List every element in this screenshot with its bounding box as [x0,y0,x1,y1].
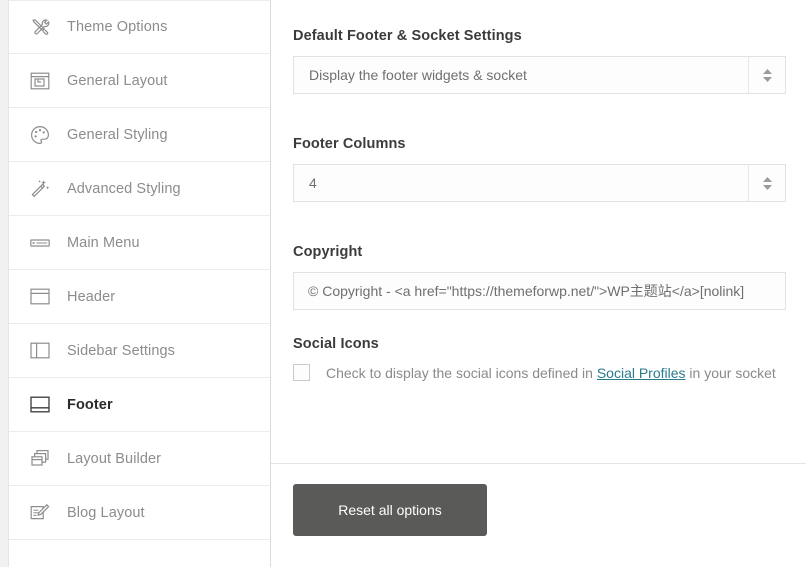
social-icons-check-row: Check to display the social icons define… [293,364,786,381]
social-profiles-link[interactable]: Social Profiles [597,365,686,381]
palette-icon [27,122,53,148]
chevron-up-icon [763,69,772,74]
sidebar-item-header[interactable]: Header [9,270,270,324]
sidebar-item-advanced-styling[interactable]: Advanced Styling [9,162,270,216]
sidebar-item-label: General Layout [67,73,168,89]
spinner-arrows [763,69,772,82]
field-copyright: Copyright © Copyright - <a href="https:/… [293,244,786,310]
sidebar-item-label: Main Menu [67,235,140,251]
field-title: Footer Columns [293,136,786,152]
reset-all-options-button[interactable]: Reset all options [293,484,487,536]
sidebar-item-label: Sidebar Settings [67,343,175,359]
stacked-windows-icon [27,446,53,472]
document-pencil-icon [27,500,53,526]
spacer [293,202,786,244]
header-box-icon [27,284,53,310]
chevron-down-icon [763,185,772,190]
sidebar-item-general-styling[interactable]: General Styling [9,108,270,162]
field-default-footer-socket: Default Footer & Socket Settings Display… [293,28,786,94]
sidebar-item-label: Theme Options [67,19,167,35]
sidebar-item-main-menu[interactable]: Main Menu [9,216,270,270]
footer-socket-selected-value: Display the footer widgets & socket [309,67,527,83]
social-icons-description: Check to display the social icons define… [326,365,776,381]
field-footer-columns: Footer Columns 4 [293,136,786,202]
layout-window-icon [27,68,53,94]
options-page: Theme Options General Layout [0,0,806,567]
footer-box-icon [27,392,53,418]
sidebar-item-sidebar-settings[interactable]: Sidebar Settings [9,324,270,378]
social-icons-checkbox[interactable] [293,364,310,381]
select-spinner[interactable] [748,57,785,93]
social-icons-text-after: in your socket [689,365,775,381]
tools-icon [27,14,53,40]
sidebar-item-label: Header [67,289,115,305]
footer-columns-select[interactable]: 4 [293,164,786,202]
spacer [293,310,786,336]
copyright-input[interactable]: © Copyright - <a href="https://themeforw… [293,272,786,310]
sidebar-item-theme-options[interactable]: Theme Options [9,0,270,54]
spinner-arrows [763,177,772,190]
content-divider [271,463,806,464]
sidebar-item-footer[interactable]: Footer [9,378,270,432]
sidebar-item-general-layout[interactable]: General Layout [9,54,270,108]
social-icons-text-before: Check to display the social icons define… [326,365,593,381]
sidebar-item-label: Layout Builder [67,451,161,467]
sidebar-item-label: General Styling [67,127,168,143]
chevron-down-icon [763,77,772,82]
sidebar-box-icon [27,338,53,364]
copyright-value: © Copyright - <a href="https://themeforw… [308,281,744,301]
sidebar-item-label: Footer [67,397,113,413]
chevron-up-icon [763,177,772,182]
footer-socket-select[interactable]: Display the footer widgets & socket [293,56,786,94]
sidebar-item-layout-builder[interactable]: Layout Builder [9,432,270,486]
field-title: Copyright [293,244,786,260]
sidebar-item-label: Blog Layout [67,505,145,521]
menu-bar-icon [27,230,53,256]
field-title: Social Icons [293,336,786,352]
field-title: Default Footer & Socket Settings [293,28,786,44]
magic-wand-icon [27,176,53,202]
footer-columns-selected-value: 4 [309,175,317,191]
options-content-pane: Default Footer & Socket Settings Display… [271,0,806,567]
sidebar-item-label: Advanced Styling [67,181,181,197]
spacer [293,94,786,136]
options-sidebar: Theme Options General Layout [9,0,271,567]
sidebar-item-blog-layout[interactable]: Blog Layout [9,486,270,540]
select-spinner[interactable] [748,165,785,201]
field-social-icons: Social Icons Check to display the social… [293,336,786,381]
left-gutter-strip [0,0,9,567]
